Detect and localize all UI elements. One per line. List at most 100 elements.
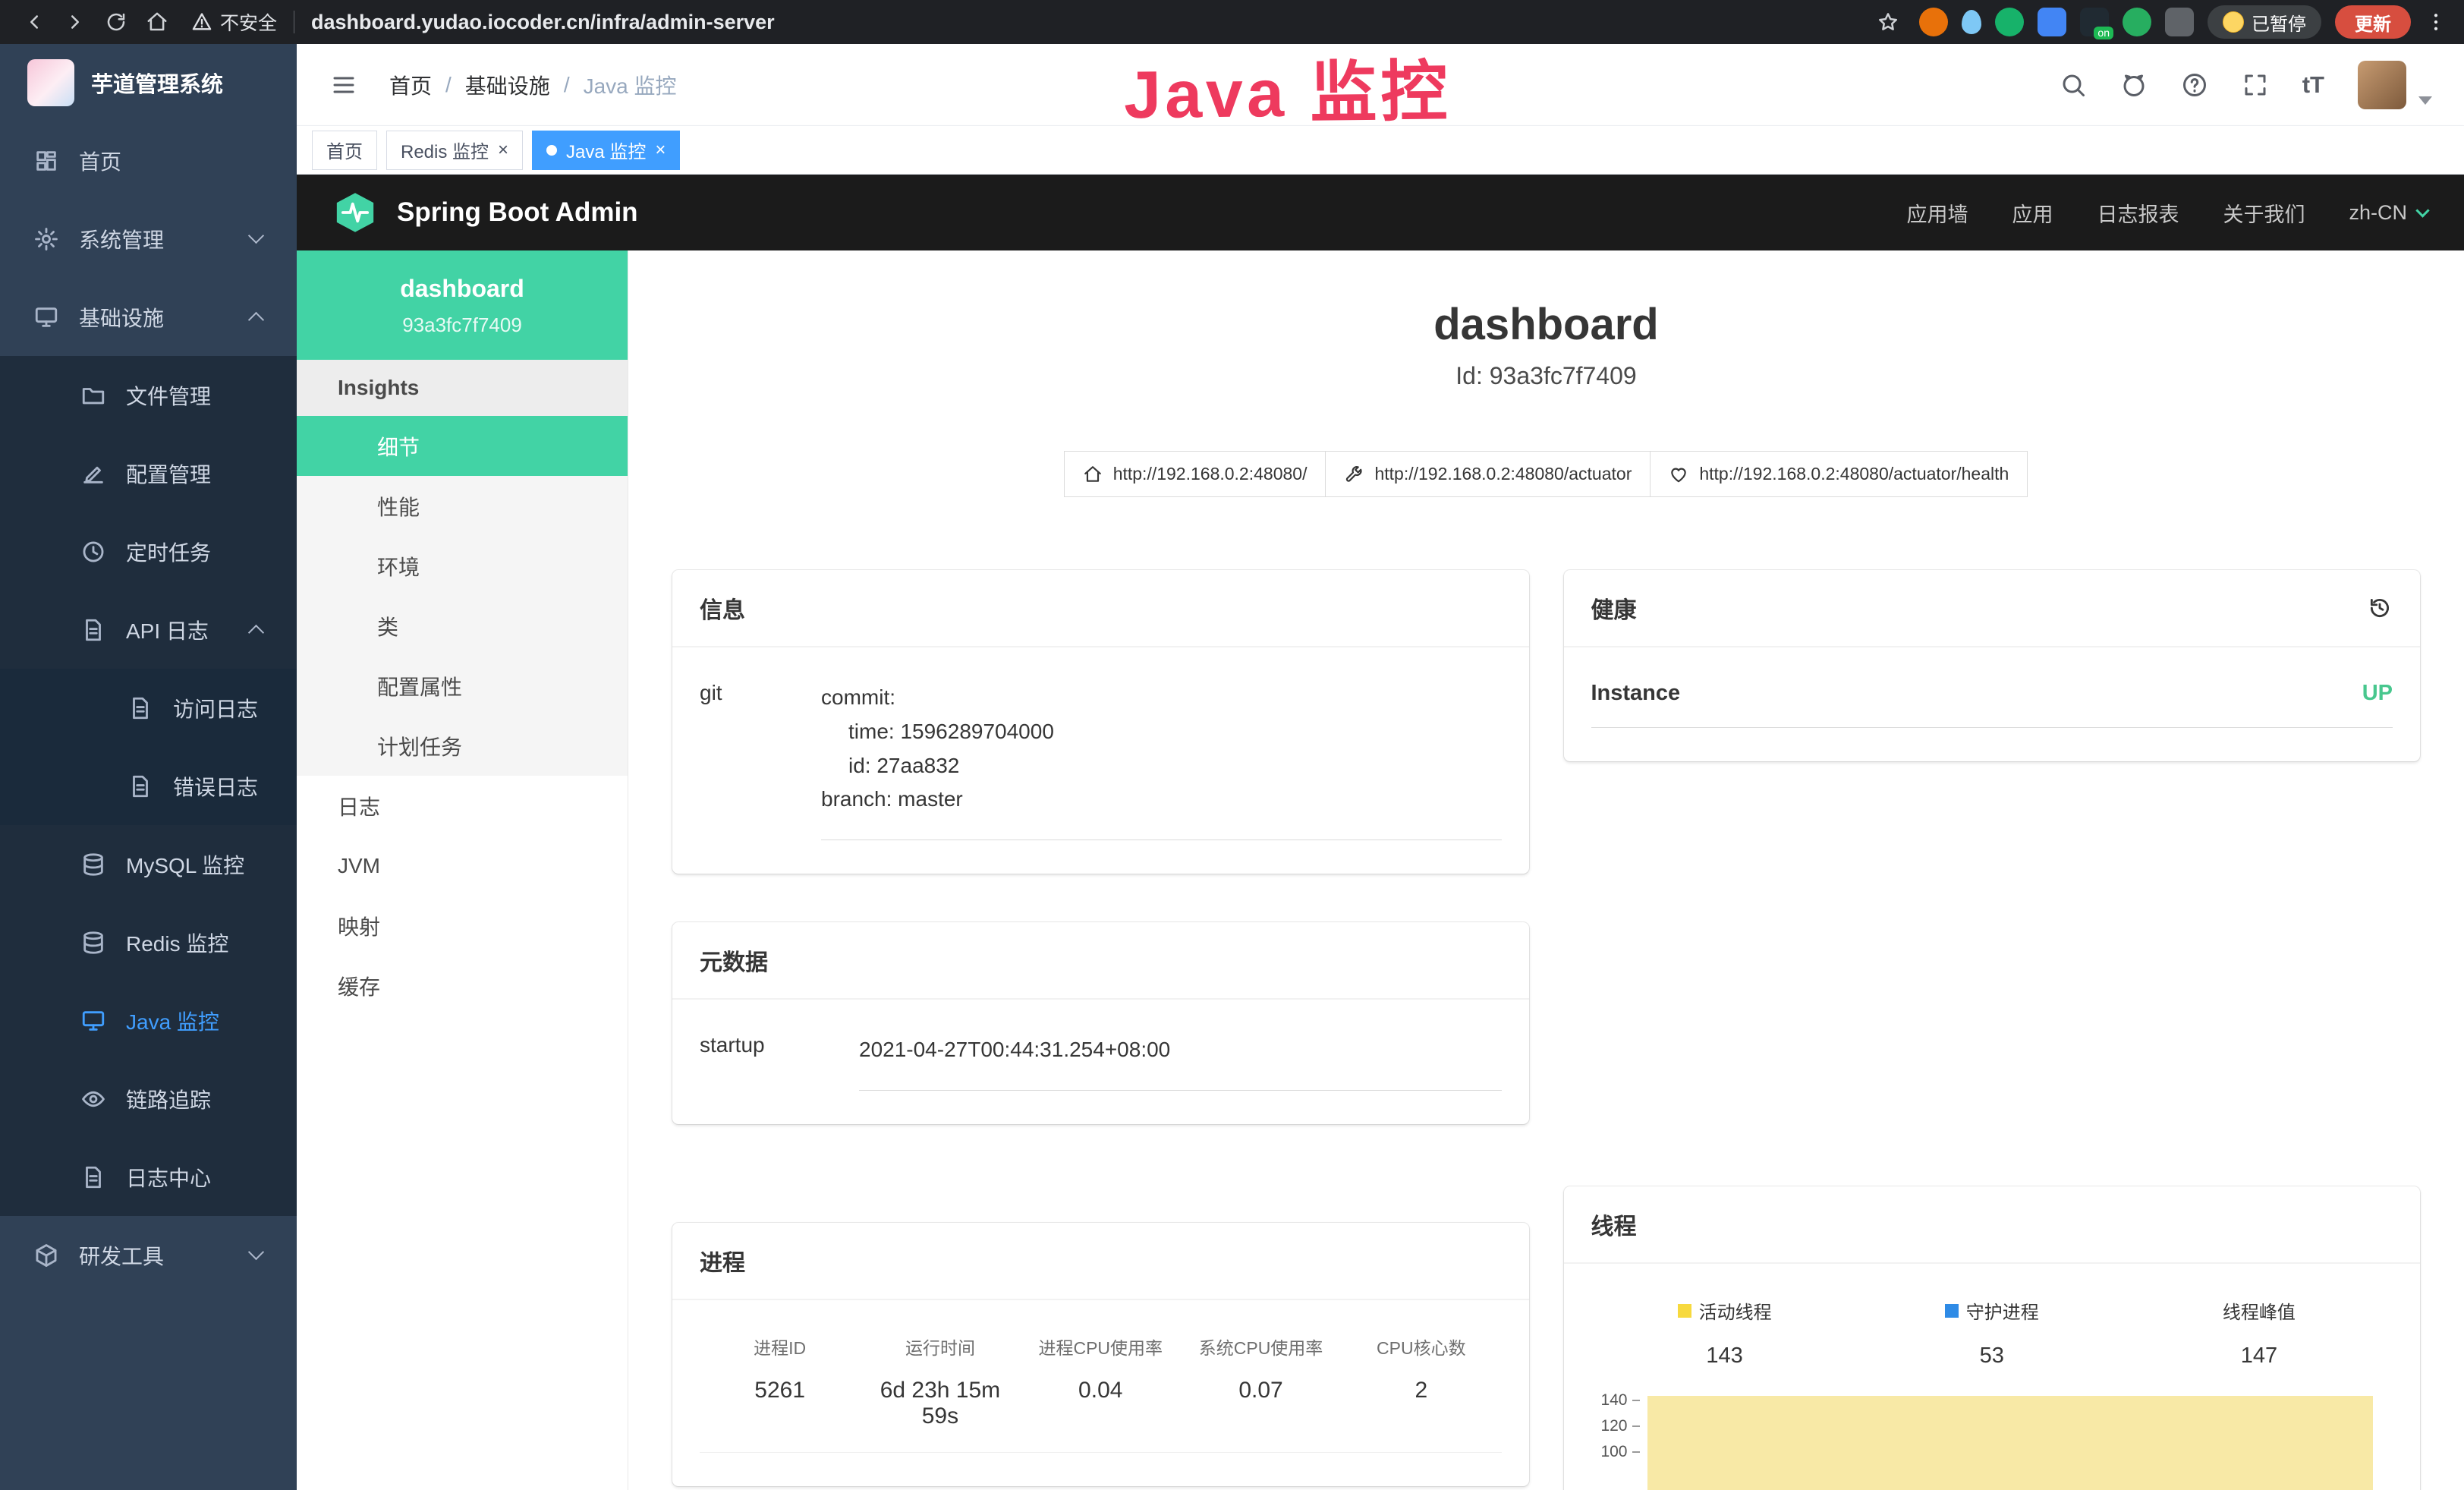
sba-item-environment[interactable]: 环境 [297,536,628,596]
sba-content: dashboard Id: 93a3fc7f7409 http://192.16… [628,250,2464,1490]
sba-item-caches[interactable]: 缓存 [297,956,628,1016]
extension-icon-1[interactable] [1919,8,1948,36]
tag-redis-monitor[interactable]: Redis 监控 × [386,131,523,170]
link-url: http://192.168.0.2:48080/ [1113,464,1308,484]
card-title: 进程 [700,1244,745,1277]
sidebar-logo-row[interactable]: 芋道管理系统 [0,44,297,121]
sidebar-item-dev-tools[interactable]: 研发工具 [0,1216,297,1294]
sidebar-item-infra[interactable]: 基础设施 [0,278,297,356]
sidebar-item-trace[interactable]: 链路追踪 [0,1060,297,1138]
sidebar-item-job[interactable]: 定时任务 [0,512,297,591]
wrench-icon [1344,465,1364,484]
breadcrumb-home[interactable]: 首页 [389,70,432,100]
hamburger-icon[interactable] [329,71,359,99]
status-badge: UP [2362,681,2393,706]
avatar[interactable] [2358,61,2406,109]
cube-icon [33,1243,59,1268]
forward-icon[interactable] [58,5,93,39]
instance-header[interactable]: dashboard 93a3fc7f7409 [297,250,628,360]
tag-label: Java 监控 [566,137,646,163]
link-base-url[interactable]: http://192.168.0.2:48080/ [1064,451,1326,497]
browser-chrome: 不安全 dashboard.yudao.iocoder.cn/infra/adm… [0,0,2464,44]
fullscreen-icon[interactable] [2242,71,2269,99]
threads-card-body: 活动线程 143 守护进程 [1564,1264,2421,1490]
sidebar-item-home[interactable]: 首页 [0,121,297,200]
sidebar-item-api-log[interactable]: API 日志 [0,591,297,669]
sidebar-item-config[interactable]: 配置管理 [0,434,297,512]
sidebar-item-file[interactable]: 文件管理 [0,356,297,434]
threads-card-header: 线程 [1564,1186,2421,1264]
metadata-key: startup [700,1033,859,1091]
sba-nav-wallboard[interactable]: 应用墙 [1906,198,1968,228]
extension-icon-6[interactable] [2123,8,2151,36]
breadcrumb-current: Java 监控 [584,70,677,100]
sidebar-item-access-log[interactable]: 访问日志 [0,669,297,747]
sba-item-metrics[interactable]: 性能 [297,476,628,536]
metadata-card: 元数据 startup 2021-04-27T00:44:31.254+08:0… [672,922,1529,1124]
sba-item-jvm[interactable]: JVM [297,836,628,896]
github-icon[interactable] [2120,71,2148,99]
reload-icon[interactable] [99,5,134,39]
chevron-down-icon [248,228,264,244]
sba-body: dashboard 93a3fc7f7409 Insights 细节 性能 环境… [297,250,2464,1490]
avatar-caret-icon[interactable] [2418,96,2432,105]
sidebar-item-java-monitor[interactable]: Java 监控 [0,981,297,1060]
extension-icon-7[interactable] [2165,8,2194,36]
search-icon[interactable] [2060,71,2087,99]
paused-badge[interactable]: 已暂停 [2208,5,2321,39]
link-health-url[interactable]: http://192.168.0.2:48080/actuator/health [1650,451,2028,497]
home-icon[interactable] [140,5,175,39]
stat-process-cpu: 进程CPU使用率 0.04 [1021,1334,1181,1429]
extension-icon-2[interactable] [1962,10,1981,34]
sidebar-item-error-log[interactable]: 错误日志 [0,747,297,825]
locale-label: zh-CN [2349,201,2407,225]
sba-item-classes[interactable]: 类 [297,596,628,656]
sba-item-mappings[interactable]: 映射 [297,896,628,956]
bookmark-star-icon[interactable] [1871,5,1905,39]
sba-item-scheduled-tasks[interactable]: 计划任务 [297,716,628,776]
back-icon[interactable] [17,5,52,39]
tag-home[interactable]: 首页 [312,131,377,170]
sba-item-details[interactable]: 细节 [297,416,628,476]
extension-icon-4[interactable] [2038,8,2066,36]
extension-icon-5[interactable]: on [2080,8,2109,36]
extension-icon-3[interactable] [1995,8,2024,36]
stat-value: 5261 [700,1378,860,1403]
close-icon[interactable]: × [498,141,508,159]
tag-java-monitor[interactable]: Java 监控 × [532,131,680,170]
help-icon[interactable] [2181,71,2208,99]
browser-menu-icon[interactable] [2425,11,2447,33]
card-title: 信息 [700,591,745,625]
sidebar-item-label: 研发工具 [79,1240,164,1271]
history-icon[interactable] [2367,595,2393,621]
address-bar[interactable]: 不安全 dashboard.yudao.iocoder.cn/infra/adm… [191,8,775,36]
locale-selector[interactable]: zh-CN [2349,201,2428,225]
document-icon [80,1164,106,1190]
sidebar-item-log-center[interactable]: 日志中心 [0,1138,297,1216]
breadcrumb-infra[interactable]: 基础设施 [465,70,550,100]
url-text: dashboard.yudao.iocoder.cn/infra/admin-s… [311,11,775,34]
security-warning[interactable]: 不安全 [191,8,277,36]
sidebar-item-label: 访问日志 [173,693,258,723]
link-actuator-url[interactable]: http://192.168.0.2:48080/actuator [1325,451,1651,497]
sidebar-item-label: Java 监控 [126,1006,219,1036]
sba-brand[interactable]: Spring Boot Admin [397,197,638,228]
close-icon[interactable]: × [655,141,666,159]
monitor-icon [80,1008,106,1034]
sidebar-item-system[interactable]: 系统管理 [0,200,297,278]
sidebar-item-mysql[interactable]: MySQL 监控 [0,825,297,903]
sidebar-item-redis[interactable]: Redis 监控 [0,903,297,981]
stat-label: 运行时间 [860,1334,1020,1359]
chevron-down-icon [2415,203,2429,217]
process-card-body: 进程ID 5261 运行时间 6d 23h 15m 59s [672,1300,1529,1486]
update-button[interactable]: 更新 [2335,5,2411,39]
sba-item-config-props[interactable]: 配置属性 [297,656,628,716]
font-size-icon[interactable]: tT [2302,71,2324,99]
sidebar-item-label: API 日志 [126,615,209,645]
sba-nav-journal[interactable]: 日志报表 [2097,198,2179,228]
sba-nav-about[interactable]: 关于我们 [2223,198,2305,228]
tag-label: 首页 [326,137,363,163]
sba-nav-applications[interactable]: 应用 [2012,198,2053,228]
chart-plot-area [1644,1394,2393,1490]
sba-item-logs[interactable]: 日志 [297,776,628,836]
